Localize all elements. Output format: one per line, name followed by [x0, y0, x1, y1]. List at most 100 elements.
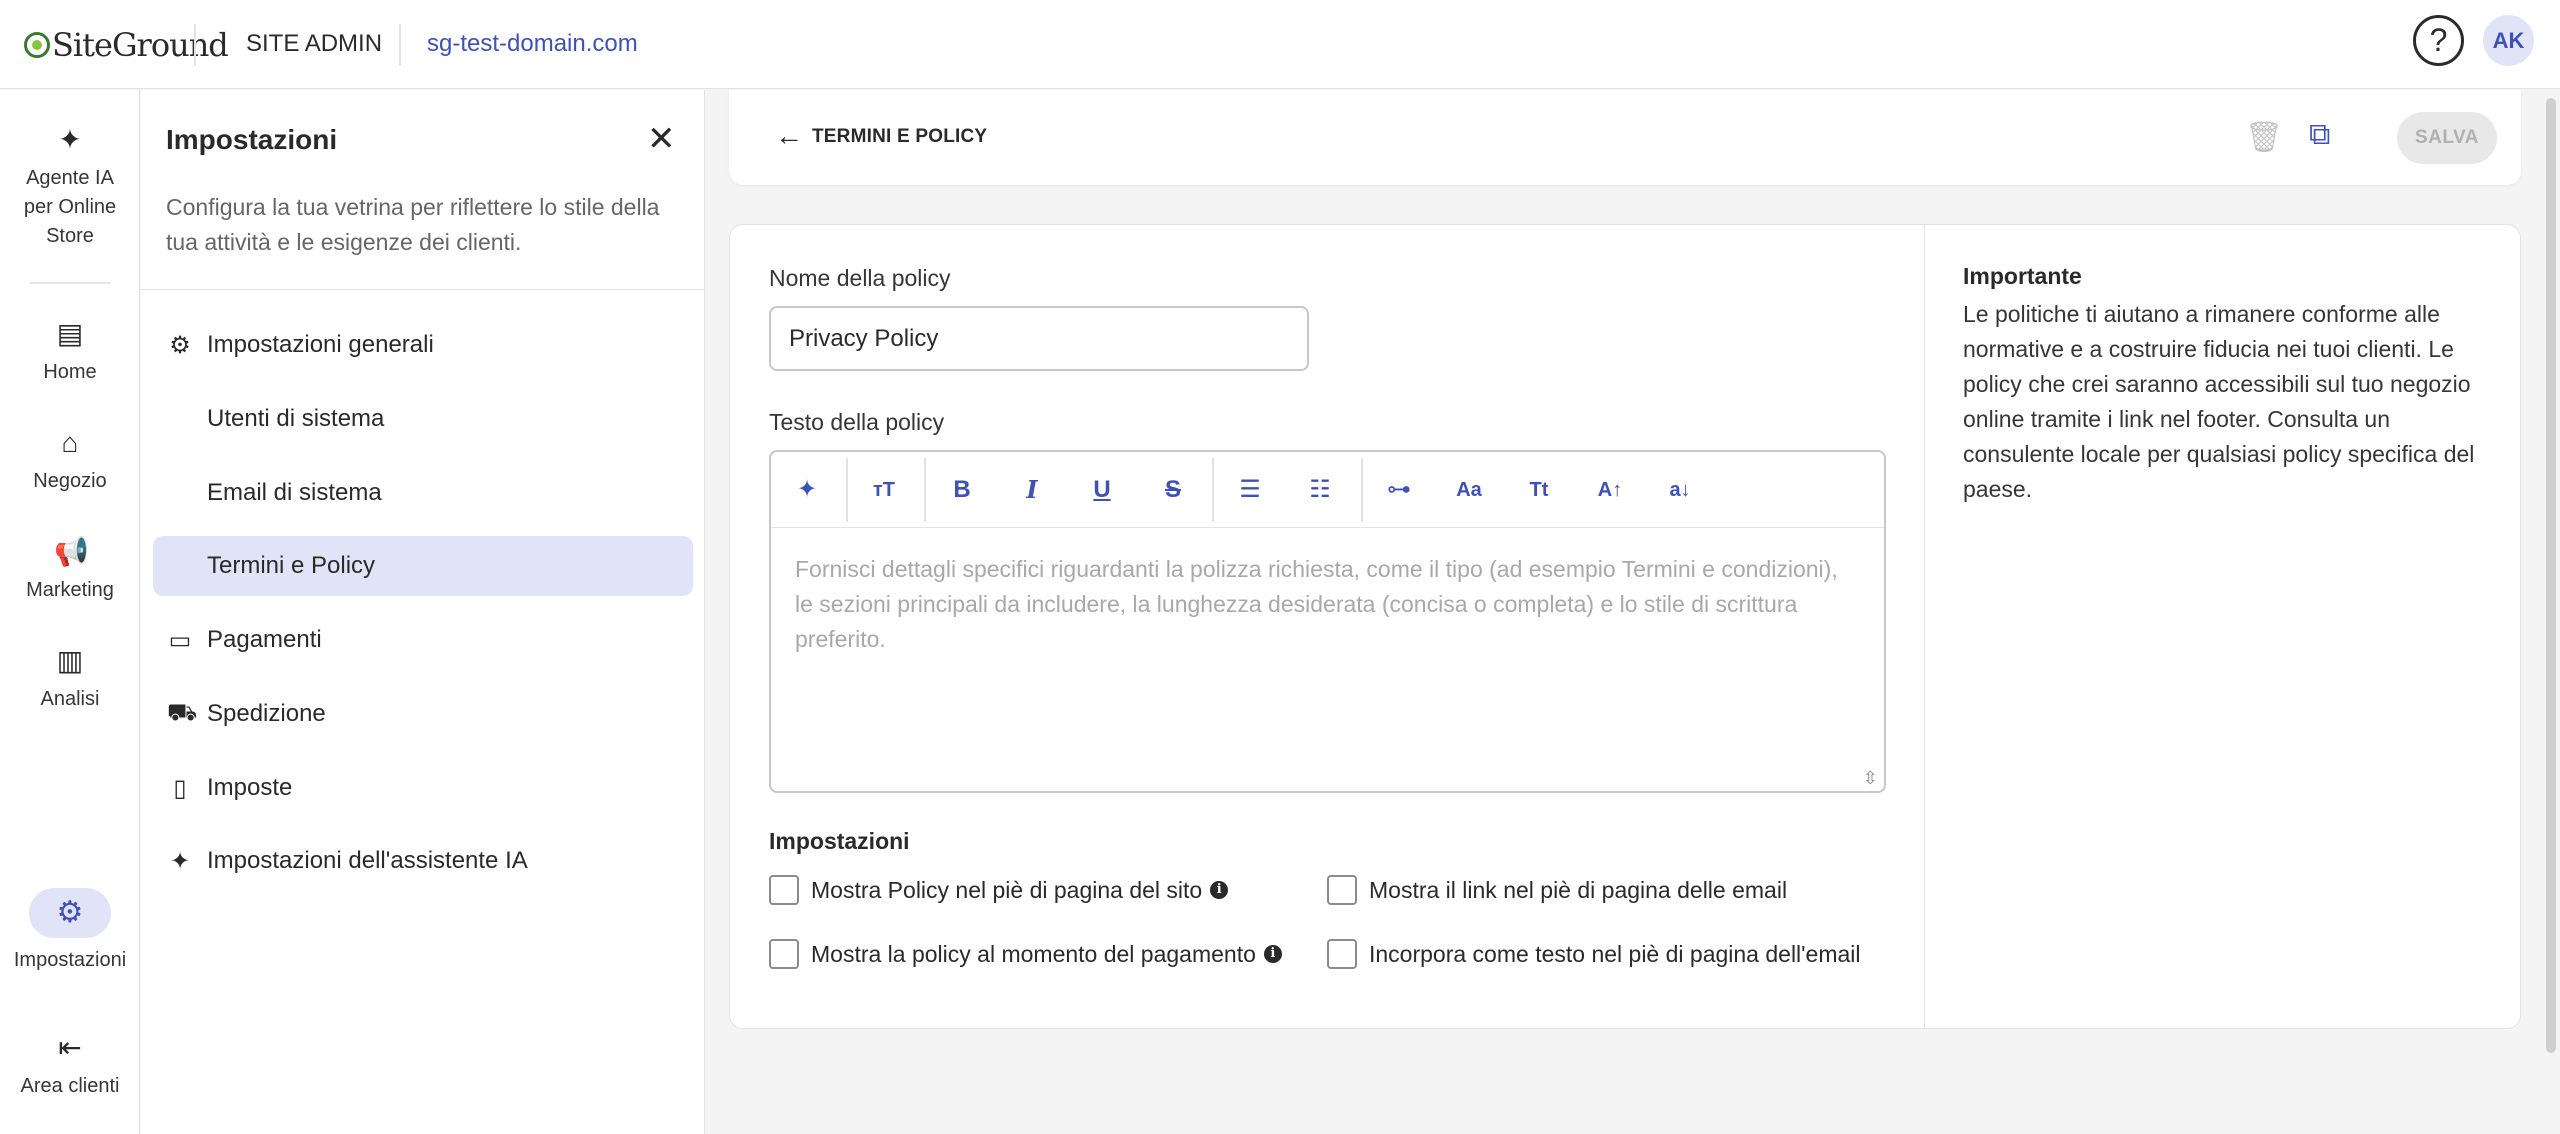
- menu-item-taxes[interactable]: ▯ Imposte: [153, 758, 693, 818]
- italic-icon[interactable]: I: [1014, 472, 1050, 508]
- logo-text: SiteGround: [52, 26, 229, 64]
- back-arrow-icon[interactable]: ←: [775, 120, 803, 152]
- menu-item-general-settings[interactable]: ⚙ Impostazioni generali: [153, 315, 693, 375]
- chart-icon: ▥: [56, 645, 84, 676]
- rail-item-label: Impostazioni: [13, 949, 127, 971]
- toolbar-divider: [846, 458, 848, 522]
- rail-item-label: Home: [43, 361, 97, 383]
- link-icon[interactable]: ⊶: [1381, 472, 1417, 508]
- rail-item-settings[interactable]: ⚙ Impostazioni: [0, 888, 140, 975]
- numbered-list-icon[interactable]: ☷: [1302, 472, 1338, 508]
- rail-item-marketing[interactable]: 📢 Marketing: [0, 536, 140, 605]
- important-title: Importante: [1963, 263, 2082, 289]
- important-note: Importante Le politiche ti aiutano a rim…: [1924, 225, 2520, 1028]
- uppercase-icon[interactable]: A↑: [1592, 472, 1628, 508]
- resize-handle-icon[interactable]: ⇳: [1863, 768, 1878, 789]
- close-icon[interactable]: ✕: [647, 122, 676, 156]
- tax-document-icon: ▯: [173, 774, 187, 802]
- strikethrough-icon[interactable]: S: [1155, 472, 1191, 508]
- home-icon: ▤: [56, 318, 84, 349]
- menu-item-system-users[interactable]: Utenti di sistema: [153, 389, 693, 449]
- checkbox-embed-in-email-footer[interactable]: Incorpora come testo nel piè di pagina d…: [1327, 939, 1861, 969]
- exit-icon: ⇤: [58, 1032, 82, 1063]
- domain-link[interactable]: sg-test-domain.com: [427, 30, 638, 58]
- info-icon[interactable]: i: [1210, 881, 1229, 899]
- scrollbar-thumb[interactable]: [2546, 98, 2556, 1053]
- checkbox[interactable]: [769, 939, 799, 969]
- underline-icon[interactable]: U: [1084, 472, 1120, 508]
- settings-heading: Impostazioni: [769, 828, 910, 854]
- menu-item-system-email[interactable]: Email di sistema: [153, 463, 693, 523]
- divider: [194, 24, 196, 66]
- question-icon: ?: [2429, 22, 2448, 58]
- rail-item-analytics[interactable]: ▥ Analisi: [0, 645, 140, 714]
- trash-icon[interactable]: 🗑: [2245, 120, 2283, 155]
- policy-text-label: Testo della policy: [769, 409, 945, 435]
- rail-item-client-area[interactable]: ⇤ Area clienti: [0, 1032, 140, 1101]
- rail-item-home[interactable]: ▤ Home: [0, 318, 140, 387]
- checkbox-show-link-in-email-footer[interactable]: Mostra il link nel piè di pagina delle e…: [1327, 875, 1787, 905]
- page-header: ← TERMINI E POLICY 🗑 ⧉ SALVA: [729, 90, 2521, 185]
- checkbox-show-at-checkout[interactable]: Mostra la policy al momento del pagament…: [769, 939, 1282, 969]
- menu-item-shipping[interactable]: ⛟ Spedizione: [153, 684, 693, 744]
- info-icon[interactable]: i: [1263, 945, 1282, 963]
- divider: [399, 24, 401, 66]
- menu-item-label: Impostazioni dell'assistente IA: [207, 847, 528, 874]
- policy-name-label: Nome della policy: [769, 265, 951, 291]
- menu-item-label: Pagamenti: [207, 626, 322, 653]
- menu-item-terms-policy[interactable]: Termini e Policy: [153, 536, 693, 596]
- siteground-logo[interactable]: SiteGround: [24, 26, 229, 64]
- store-icon: ⌂: [61, 427, 79, 458]
- menu-item-ai-assistant-settings[interactable]: ✦ Impostazioni dell'assistente IA: [153, 831, 693, 891]
- save-button[interactable]: SALVA: [2397, 112, 2497, 164]
- gear-icon: ⚙: [169, 331, 191, 359]
- menu-item-label: Email di sistema: [207, 479, 382, 506]
- panel-title: Impostazioni: [166, 124, 338, 155]
- gear-icon: ⚙: [29, 888, 111, 938]
- external-link-icon[interactable]: ⧉: [2309, 118, 2330, 152]
- user-avatar[interactable]: AK: [2483, 15, 2534, 66]
- title-case-icon[interactable]: Tt: [1521, 472, 1557, 508]
- toolbar-divider: [1361, 458, 1363, 522]
- toolbar-divider: [1212, 458, 1214, 522]
- text-size-icon[interactable]: тT: [866, 472, 902, 508]
- lowercase-icon[interactable]: a↓: [1662, 472, 1698, 508]
- rail-item-label: Area clienti: [20, 1075, 120, 1097]
- menu-item-payments[interactable]: ▭ Pagamenti: [153, 610, 693, 670]
- rail-divider: [30, 282, 110, 284]
- checkbox[interactable]: [1327, 875, 1357, 905]
- panel-description: Configura la tua vetrina per riflettere …: [166, 194, 660, 255]
- rail-item-label: Marketing: [26, 579, 114, 601]
- menu-item-label: Termini e Policy: [207, 552, 376, 579]
- scrollbar[interactable]: [2543, 90, 2560, 1134]
- help-button[interactable]: ?: [2413, 15, 2464, 66]
- bullet-list-icon[interactable]: ☰: [1232, 472, 1268, 508]
- site-admin-label: SITE ADMIN: [246, 30, 383, 57]
- bold-icon[interactable]: B: [944, 472, 980, 508]
- menu-item-label: Spedizione: [207, 700, 326, 727]
- settings-panel: Impostazioni ✕ Configura la tua vetrina …: [141, 90, 705, 1134]
- megaphone-icon: 📢: [54, 536, 89, 567]
- rail-item-store[interactable]: ⌂ Negozio: [0, 427, 140, 496]
- rail-item-ai-agent[interactable]: ✦ Agente IA per Online Store: [0, 124, 140, 251]
- top-bar: SiteGround SITE ADMIN sg-test-domain.com…: [0, 0, 2560, 89]
- truck-icon: ⛟: [167, 699, 198, 726]
- editor-placeholder: Fornisci dettagli specifici riguardanti …: [795, 556, 1838, 652]
- checkbox-label: Mostra il link nel piè di pagina delle e…: [1369, 876, 1788, 903]
- credit-card-icon: ▭: [168, 626, 192, 654]
- policy-text-editor[interactable]: ✦ тT B I U S ☰ ☷ ⊶ Aa Tt A↑ a↓ Fornisci …: [769, 450, 1886, 793]
- policy-name-input[interactable]: Privacy Policy: [769, 306, 1309, 371]
- toolbar-divider: [924, 458, 926, 522]
- important-text: Le politiche ti aiutano a rimanere confo…: [1963, 301, 2475, 502]
- left-rail: ✦ Agente IA per Online Store ▤ Home ⌂ Ne…: [0, 90, 140, 1134]
- checkbox-show-in-site-footer[interactable]: Mostra Policy nel piè di pagina del sito…: [769, 875, 1229, 905]
- logo-mark-icon: [24, 32, 50, 58]
- rail-item-label: Negozio: [33, 470, 107, 492]
- ai-sparkle-icon[interactable]: ✦: [789, 472, 825, 508]
- checkbox[interactable]: [769, 875, 799, 905]
- page-title[interactable]: TERMINI E POLICY: [812, 126, 987, 148]
- checkbox[interactable]: [1327, 939, 1357, 969]
- font-icon[interactable]: Aa: [1451, 472, 1487, 508]
- rail-item-label: Analisi: [40, 688, 100, 710]
- policy-form: Nome della policy Privacy Policy Testo d…: [730, 225, 1924, 1028]
